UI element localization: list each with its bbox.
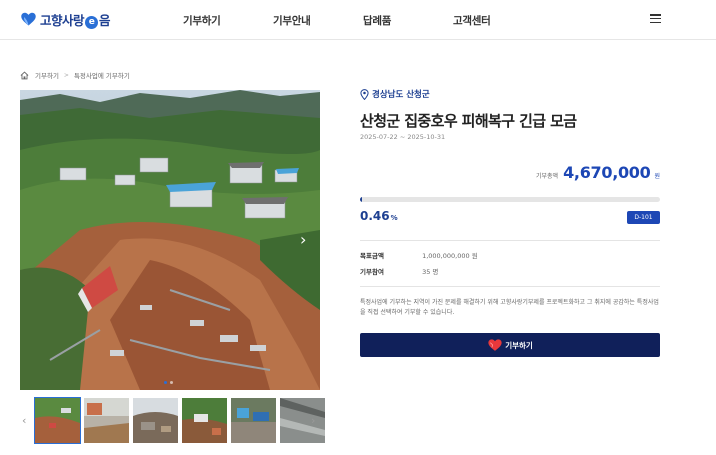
- location-text: 경상남도 산청군: [372, 90, 430, 100]
- breadcrumb-separator: >: [63, 71, 69, 79]
- thumbnail[interactable]: [280, 398, 325, 443]
- donate-button[interactable]: 기부하기: [360, 333, 660, 357]
- heart-icon: [488, 339, 502, 351]
- home-icon[interactable]: [20, 70, 29, 80]
- amount-unit: 원: [654, 173, 660, 180]
- thumbnail[interactable]: [182, 398, 227, 443]
- amount-summary: 기부총액 4,670,000 원: [536, 163, 660, 182]
- menu-icon[interactable]: [650, 14, 661, 24]
- thumbnail[interactable]: [231, 398, 276, 443]
- slide-indicator[interactable]: [164, 381, 173, 384]
- slide-next-arrow[interactable]: ›: [300, 232, 306, 248]
- chevron-right-icon[interactable]: ›: [311, 414, 315, 427]
- progress-bar: [360, 197, 660, 202]
- nav-support[interactable]: 고객센터: [453, 13, 491, 28]
- heart-logo-icon: [21, 12, 36, 26]
- chevron-left-icon[interactable]: ‹: [22, 414, 26, 427]
- logo-text: 고향사랑 e 음: [40, 13, 111, 29]
- donate-label: 기부하기: [505, 340, 533, 350]
- campaign-title: 산청군 집중호우 피해복구 긴급 모금: [360, 112, 577, 130]
- nav-guide[interactable]: 기부안내: [273, 13, 311, 28]
- site-logo[interactable]: 고향사랑 e 음: [20, 10, 111, 29]
- thumbnail[interactable]: [84, 398, 129, 443]
- main-photo[interactable]: ›: [20, 90, 320, 390]
- map-pin-icon: [360, 88, 369, 100]
- breadcrumb-item-donate[interactable]: 기부하기: [35, 70, 59, 80]
- amount-value: 4,670,000: [563, 163, 651, 182]
- slide-dot[interactable]: [164, 381, 167, 384]
- thumbnail[interactable]: [34, 397, 81, 444]
- thumbnail[interactable]: [133, 398, 178, 443]
- nav-gifts[interactable]: 답례품: [363, 13, 391, 28]
- divider: [360, 240, 660, 241]
- slide-dot[interactable]: [170, 381, 173, 384]
- participants-label: 기부참여: [360, 268, 384, 276]
- breadcrumb: 기부하기 > 특정사업에 기부하기: [20, 70, 130, 80]
- dday-badge: D-101: [627, 211, 660, 224]
- progress-fill: [360, 197, 363, 202]
- goal-value: 1,000,000,000 원: [422, 252, 478, 260]
- goal-label: 목표금액: [360, 252, 384, 260]
- date-range: 2025-07-22 ~ 2025-10-31: [360, 133, 446, 141]
- participants-value: 35 명: [422, 268, 439, 276]
- site-header: 고향사랑 e 음 기부하기 기부안내 답례품 고객센터: [0, 0, 716, 40]
- goal-row: 목표금액 1,000,000,000 원: [360, 250, 478, 260]
- amount-label: 기부총액: [535, 173, 559, 180]
- breadcrumb-item-specific[interactable]: 특정사업에 기부하기: [74, 70, 130, 80]
- progress-percent: 0.46%: [360, 209, 398, 223]
- divider: [360, 286, 660, 287]
- campaign-description: 특정사업에 기부하는 지역이 가진 문제를 해결하기 위해 고향사랑기부제를 프…: [360, 299, 659, 316]
- nav-donate[interactable]: 기부하기: [183, 13, 221, 28]
- participants-row: 기부참여 35 명: [360, 266, 438, 276]
- landslide-photo: [20, 90, 320, 390]
- location-label: 경상남도 산청군: [360, 88, 430, 100]
